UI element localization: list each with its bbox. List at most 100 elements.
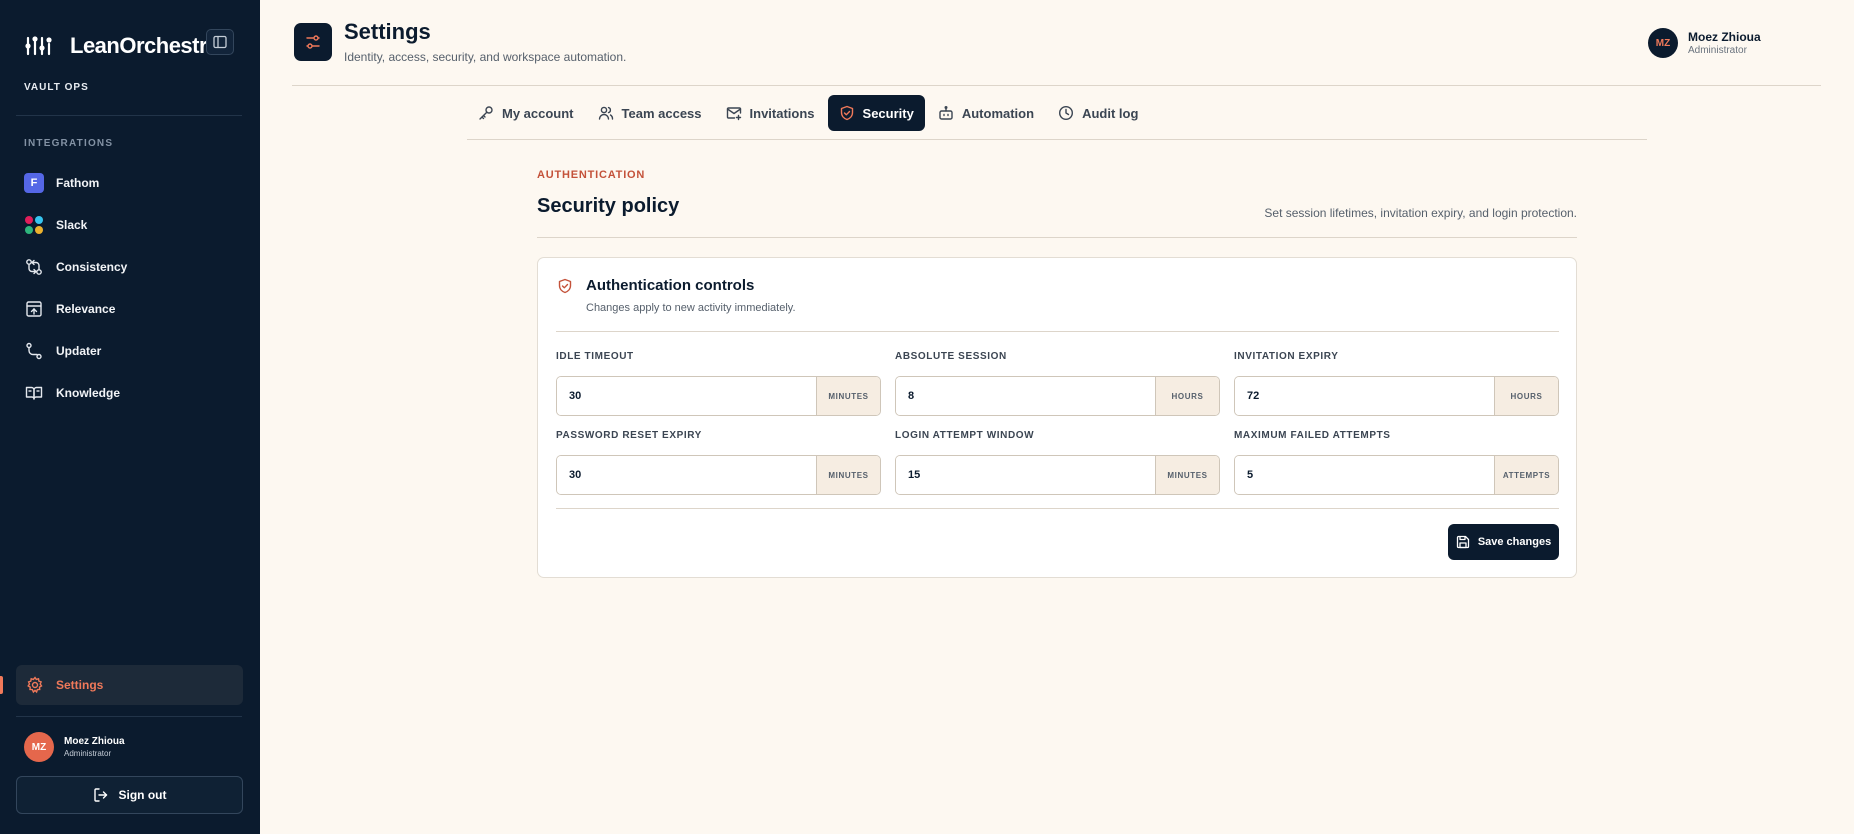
- settings-tabs: My account Team access Invitations Secur…: [467, 94, 1151, 132]
- tab-invitations[interactable]: Invitations: [715, 95, 826, 131]
- book-open-icon: [24, 383, 44, 403]
- field-label: INVITATION EXPIRY: [1234, 351, 1339, 362]
- sign-out-button[interactable]: Sign out: [16, 776, 243, 814]
- gear-icon: [26, 676, 44, 694]
- git-compare-icon: [24, 257, 44, 277]
- avatar: MZ: [1648, 28, 1678, 58]
- maximum-failed-attempts-field: MAXIMUM FAILED ATTEMPTS ATTEMPTS: [1234, 430, 1559, 495]
- tab-label: My account: [502, 105, 574, 121]
- tab-label: Security: [862, 105, 914, 121]
- tab-audit-log[interactable]: Audit log: [1047, 95, 1149, 131]
- tab-team-access[interactable]: Team access: [587, 95, 713, 131]
- settings-header-icon: [294, 23, 332, 61]
- tab-label: Team access: [621, 105, 702, 121]
- unit-label: HOURS: [1155, 377, 1219, 415]
- tab-label: Audit log: [1082, 105, 1139, 121]
- page-subtitle: Identity, access, security, and workspac…: [344, 50, 627, 64]
- unit-label: MINUTES: [816, 377, 880, 415]
- upload-box-icon: [24, 299, 44, 319]
- sidebar-item-label: Slack: [56, 218, 88, 232]
- workspace-name: VAULT OPS: [24, 82, 89, 93]
- users-icon: [598, 105, 614, 121]
- card-divider: [556, 331, 1559, 332]
- mail-plus-icon: [726, 105, 742, 121]
- user-name: Moez Zhioua: [1688, 30, 1761, 44]
- sidebar-item-updater[interactable]: Updater: [24, 337, 234, 365]
- sidebar-item-slack[interactable]: Slack: [24, 211, 234, 239]
- save-button-label: Save changes: [1477, 536, 1552, 548]
- tab-my-account[interactable]: My account: [467, 95, 585, 131]
- field-label: IDLE TIMEOUT: [556, 351, 634, 362]
- sliders-logo-icon: [25, 36, 52, 56]
- tab-label: Automation: [961, 105, 1035, 121]
- sign-out-label: Sign out: [118, 788, 167, 802]
- unit-label: MINUTES: [816, 456, 880, 494]
- tab-security[interactable]: Security: [827, 95, 925, 131]
- clock-icon: [1058, 105, 1074, 121]
- slack-icon: [24, 215, 44, 235]
- field-label: LOGIN ATTEMPT WINDOW: [895, 430, 1035, 441]
- header-user-menu[interactable]: MZ Moez Zhioua Administrator: [1648, 28, 1761, 58]
- login-attempt-window-field: LOGIN ATTEMPT WINDOW MINUTES: [895, 430, 1220, 495]
- sidebar-item-knowledge[interactable]: Knowledge: [24, 379, 234, 407]
- user-name: Moez Zhioua: [64, 736, 125, 747]
- login-attempt-window-input[interactable]: [896, 456, 1155, 494]
- unit-label: HOURS: [1494, 377, 1558, 415]
- password-reset-expiry-input[interactable]: [557, 456, 816, 494]
- tab-automation[interactable]: Automation: [927, 95, 1045, 131]
- sidebar-item-label: Relevance: [56, 302, 116, 316]
- brand[interactable]: LeanOrchestr: [24, 28, 208, 64]
- avatar: MZ: [24, 732, 54, 762]
- active-indicator: [0, 676, 3, 694]
- user-role: Administrator: [64, 749, 112, 758]
- sidebar-item-relevance[interactable]: Relevance: [24, 295, 234, 323]
- key-icon: [478, 105, 494, 121]
- sidebar-item-label: Knowledge: [56, 386, 121, 400]
- panel-left-icon: [213, 35, 227, 49]
- field-label: ABSOLUTE SESSION: [895, 351, 1007, 362]
- sidebar-item-settings[interactable]: Settings: [16, 665, 243, 705]
- unit-label: ATTEMPTS: [1494, 456, 1558, 494]
- section-divider: [537, 237, 1577, 238]
- sidebar-item-fathom[interactable]: F Fathom: [24, 169, 234, 197]
- authentication-controls-card: Authentication controls Changes apply to…: [537, 257, 1577, 578]
- password-reset-expiry-field: PASSWORD RESET EXPIRY MINUTES: [556, 430, 881, 495]
- sidebar-item-consistency[interactable]: Consistency: [24, 253, 234, 281]
- unit-label: MINUTES: [1155, 456, 1219, 494]
- sidebar-item-label: Settings: [56, 678, 104, 692]
- fathom-icon: F: [24, 173, 44, 193]
- invitation-expiry-field: INVITATION EXPIRY HOURS: [1234, 351, 1559, 416]
- collapse-sidebar-button[interactable]: [206, 29, 234, 55]
- invitation-expiry-input[interactable]: [1235, 377, 1494, 415]
- page-title: Settings: [344, 19, 431, 44]
- tabs-divider: [467, 139, 1647, 140]
- sidebar: LeanOrchestr VAULT OPS INTEGRATIONS F Fa…: [0, 0, 260, 834]
- shield-check-icon: [558, 278, 572, 294]
- sidebar-item-label: Fathom: [56, 176, 100, 190]
- sidebar-item-label: Updater: [56, 344, 102, 358]
- field-label: MAXIMUM FAILED ATTEMPTS: [1234, 430, 1391, 441]
- sidebar-user[interactable]: MZ Moez Zhioua Administrator: [24, 732, 125, 762]
- header-divider: [292, 85, 1821, 86]
- save-icon: [1456, 535, 1470, 549]
- tab-label: Invitations: [749, 105, 815, 121]
- sliders-icon: [306, 35, 320, 49]
- log-out-icon: [93, 787, 109, 803]
- idle-timeout-input[interactable]: [557, 377, 816, 415]
- card-title: Authentication controls: [586, 277, 755, 294]
- card-subtitle: Changes apply to new activity immediatel…: [586, 302, 796, 314]
- route-icon: [24, 341, 44, 361]
- absolute-session-field: ABSOLUTE SESSION HOURS: [895, 351, 1220, 416]
- user-role: Administrator: [1688, 45, 1747, 56]
- idle-timeout-field: IDLE TIMEOUT MINUTES: [556, 351, 881, 416]
- save-changes-button[interactable]: Save changes: [1448, 524, 1559, 560]
- sidebar-divider: [16, 115, 242, 116]
- shield-check-icon: [839, 105, 855, 121]
- card-divider: [556, 508, 1559, 509]
- sidebar-item-label: Consistency: [56, 260, 128, 274]
- section-eyebrow: AUTHENTICATION: [537, 169, 646, 181]
- maximum-failed-attempts-input[interactable]: [1235, 456, 1494, 494]
- brand-name: LeanOrchestr: [70, 33, 208, 58]
- bot-icon: [938, 105, 954, 121]
- absolute-session-input[interactable]: [896, 377, 1155, 415]
